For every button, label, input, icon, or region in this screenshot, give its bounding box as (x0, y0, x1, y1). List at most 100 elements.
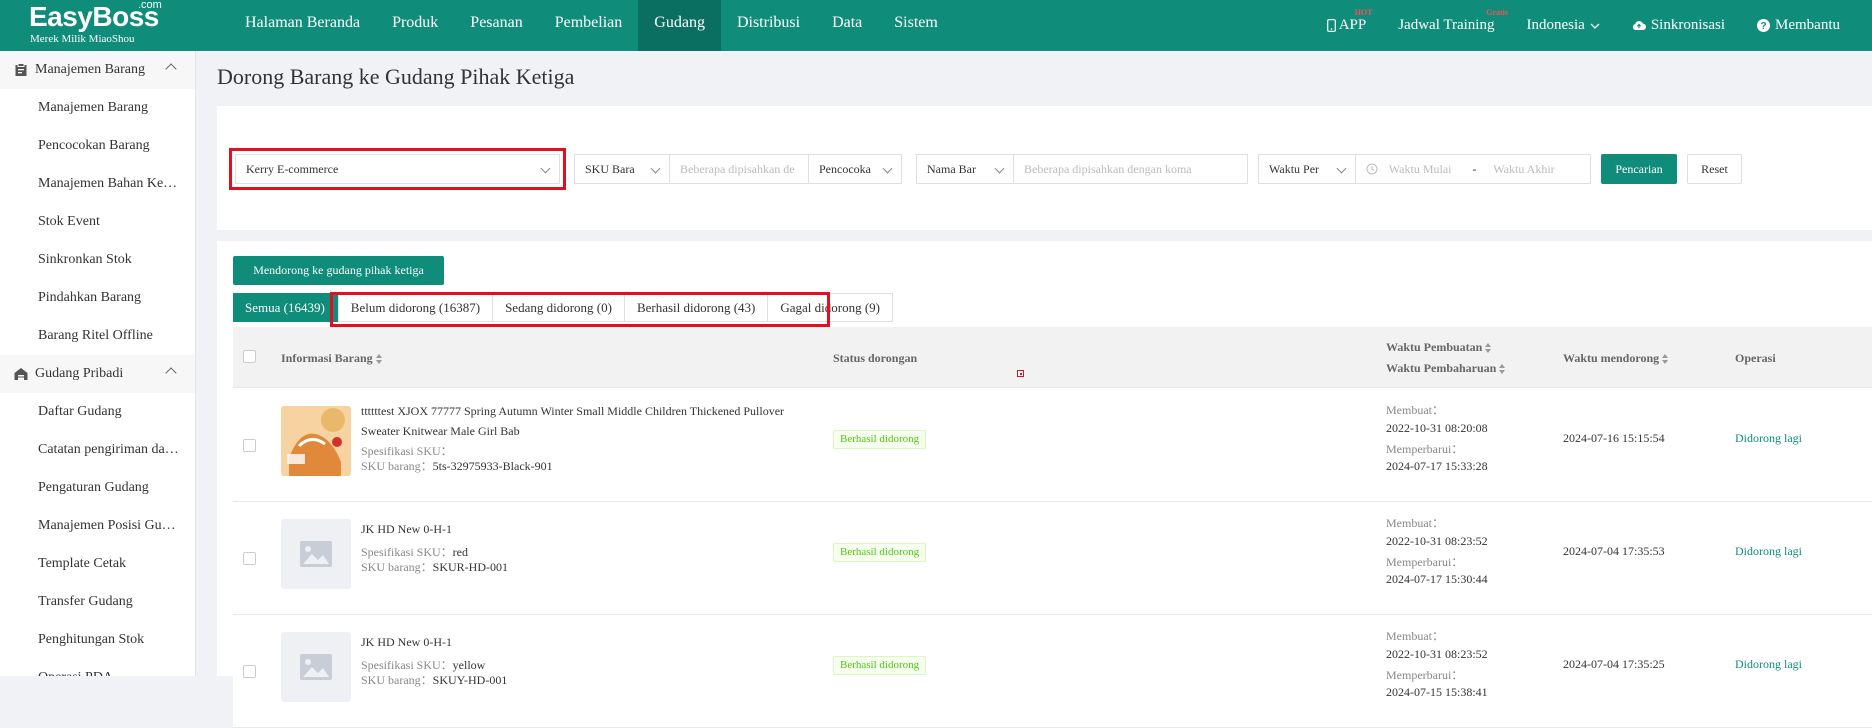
logo[interactable]: EasyBoss .com Merek Milik MiaoShou (29, 0, 179, 48)
created-time: 2022-10-31 08:20:08 (1386, 421, 1488, 435)
sidebar-item-manajemen-posisi[interactable]: Manajemen Posisi Gu… (0, 507, 195, 545)
sidebar-item-catatan-pengiriman[interactable]: Catatan pengiriman da… (0, 431, 195, 469)
phone-icon (1326, 19, 1336, 32)
col-waktu-pembaharuan[interactable]: Waktu Pembaharuan (1386, 361, 1506, 376)
sidebar-item-pencocokan-barang[interactable]: Pencocokan Barang (0, 127, 195, 165)
product-name: ttttttest XJOX 77777 Spring Autumn Winte… (361, 404, 785, 438)
match-value: Pencocoka (819, 162, 871, 176)
sidebar-item-template-cetak[interactable]: Template Cetak (0, 545, 195, 583)
image-placeholder-icon (300, 541, 332, 567)
nav-pesanan[interactable]: Pesanan (454, 0, 538, 51)
svg-text:?: ? (1760, 21, 1766, 32)
updated-label: Memperbarui： (1386, 668, 1464, 682)
sidebar: Manajemen Barang Manajemen Barang Pencoc… (0, 51, 196, 676)
push-time: 2024-07-04 17:35:53 (1563, 544, 1665, 558)
time-type-select[interactable]: Waktu Per (1258, 154, 1356, 184)
push-time: 2024-07-16 15:15:54 (1563, 431, 1665, 445)
name-input[interactable]: Beberapa dipisahkan dengan koma (1013, 154, 1248, 184)
product-photo-icon (281, 406, 351, 476)
product-thumbnail[interactable] (281, 632, 351, 702)
row-checkbox[interactable] (243, 552, 256, 565)
sidebar-item-sinkronkan-stok[interactable]: Sinkronkan Stok (0, 241, 195, 279)
date-range-picker[interactable]: Waktu Mulai - Waktu Akhir (1355, 154, 1591, 184)
status-badge: Berhasil didorong (833, 656, 927, 675)
created-time: 2022-10-31 08:23:52 (1386, 647, 1488, 661)
cloud-sync-icon (1632, 21, 1646, 30)
nav-data[interactable]: Data (816, 0, 878, 51)
search-button[interactable]: Pencarian (1601, 154, 1677, 184)
col-waktu-pembuatan-label: Waktu Pembuatan (1386, 340, 1483, 354)
top-navbar: EasyBoss .com Merek Milik MiaoShou Halam… (0, 0, 1872, 51)
start-date-placeholder[interactable]: Waktu Mulai (1389, 162, 1452, 176)
sidebar-item-penghitungan-stok[interactable]: Penghitungan Stok (0, 621, 195, 659)
sku-code-value: 5ts-32975933-Black-901 (432, 459, 553, 473)
push-again-link[interactable]: Didorong lagi (1735, 657, 1802, 672)
training-link[interactable]: Jadwal Training Gratis (1398, 8, 1508, 34)
language-select[interactable]: Indonesia (1526, 17, 1600, 34)
nav-beranda[interactable]: Halaman Beranda (229, 0, 376, 51)
product-thumbnail[interactable] (281, 406, 351, 476)
sidebar-group-manajemen-barang[interactable]: Manajemen Barang (0, 51, 195, 89)
row-checkbox[interactable] (243, 665, 256, 678)
reset-button[interactable]: Reset (1687, 154, 1742, 184)
sync-button[interactable]: Sinkronisasi (1632, 17, 1725, 34)
page-title: Dorong Barang ke Gudang Pihak Ketiga (217, 64, 575, 89)
end-date-placeholder[interactable]: Waktu Akhir (1493, 162, 1554, 176)
nav-sistem[interactable]: Sistem (878, 0, 954, 51)
updated-time: 2024-07-17 15:33:28 (1386, 459, 1488, 473)
tab-semua[interactable]: Semua (16439) (233, 293, 338, 322)
sidebar-item-pengaturan-gudang[interactable]: Pengaturan Gudang (0, 469, 195, 507)
nav-gudang[interactable]: Gudang (638, 0, 721, 51)
row-checkbox[interactable] (243, 439, 256, 452)
sidebar-item-daftar-gudang[interactable]: Daftar Gudang (0, 393, 195, 431)
col-informasi-barang[interactable]: Informasi Barang (281, 351, 382, 366)
help-button[interactable]: ? Membantu (1757, 17, 1840, 34)
updated-time: 2024-07-15 15:38:41 (1386, 685, 1488, 699)
sku-type-select[interactable]: SKU Bara (574, 154, 670, 184)
sidebar-item-manajemen-barang[interactable]: Manajemen Barang (0, 89, 195, 127)
filter-panel: Kerry E-commerce SKU Bara Beberapa dipis… (217, 106, 1872, 230)
product-thumbnail[interactable] (281, 519, 351, 589)
sync-label: Sinkronisasi (1650, 17, 1725, 33)
sidebar-item-pindahkan-barang[interactable]: Pindahkan Barang (0, 279, 195, 317)
push-again-link[interactable]: Didorong lagi (1735, 544, 1802, 559)
sidebar-item-operasi-pda[interactable]: Operasi PDA (0, 659, 195, 676)
match-select[interactable]: Pencocoka (808, 154, 902, 184)
sku-input[interactable]: Beberapa dipisahkan de (669, 154, 809, 184)
sidebar-item-barang-ritel-offline[interactable]: Barang Ritel Offline (0, 317, 195, 355)
col-waktu-pembuatan[interactable]: Waktu Pembuatan (1386, 340, 1492, 355)
sku-code: SKU barang：5ts-32975933-Black-901 (361, 457, 553, 474)
col-waktu-mendorong[interactable]: Waktu mendorong (1563, 351, 1669, 366)
nav-produk[interactable]: Produk (376, 0, 454, 51)
created-label: Membuat： (1386, 403, 1444, 417)
sidebar-item-stok-event[interactable]: Stok Event (0, 203, 195, 241)
sidebar-group-gudang-pribadi[interactable]: Gudang Pribadi (0, 355, 195, 393)
sidebar-item-transfer-gudang[interactable]: Transfer Gudang (0, 583, 195, 621)
chevron-up-icon (165, 63, 177, 75)
sku-code-value: SKUY-HD-001 (432, 673, 508, 687)
push-again-link[interactable]: Didorong lagi (1735, 431, 1802, 446)
app-link[interactable]: APP HOT (1326, 8, 1372, 34)
sku-code: SKU barang：SKUR-HD-001 (361, 558, 508, 575)
nav-distribusi[interactable]: Distribusi (721, 0, 816, 51)
hot-badge: HOT (1354, 8, 1373, 17)
sku-placeholder: Beberapa dipisahkan de (680, 162, 795, 176)
push-to-warehouse-button[interactable]: Mendorong ke gudang pihak ketiga (233, 256, 444, 285)
sort-icon (375, 354, 382, 365)
nav-pembelian[interactable]: Pembelian (539, 0, 639, 51)
status-badge: Berhasil didorong (833, 543, 927, 562)
sidebar-item-manajemen-bahan[interactable]: Manajemen Bahan Ke… (0, 165, 195, 203)
chevron-down-icon (650, 163, 661, 174)
updated-label: Memperbarui： (1386, 442, 1464, 456)
col-status-dorongan: Status dorongan (833, 351, 918, 365)
gratis-badge: Gratis (1486, 8, 1508, 17)
select-all-checkbox[interactable] (243, 350, 256, 363)
name-type-select[interactable]: Nama Bar (916, 154, 1014, 184)
time-type-value: Waktu Per (1269, 162, 1320, 176)
main-content: Dorong Barang ke Gudang Pihak Ketiga Ker… (197, 51, 1872, 728)
sku-type-value: SKU Bara (585, 162, 635, 176)
col-waktu-pembaharuan-label: Waktu Pembaharuan (1386, 361, 1497, 375)
app-label: APP (1338, 17, 1367, 33)
clock-icon (1366, 163, 1378, 175)
sku-spec-label: Spesifikasi SKU： (361, 658, 453, 672)
